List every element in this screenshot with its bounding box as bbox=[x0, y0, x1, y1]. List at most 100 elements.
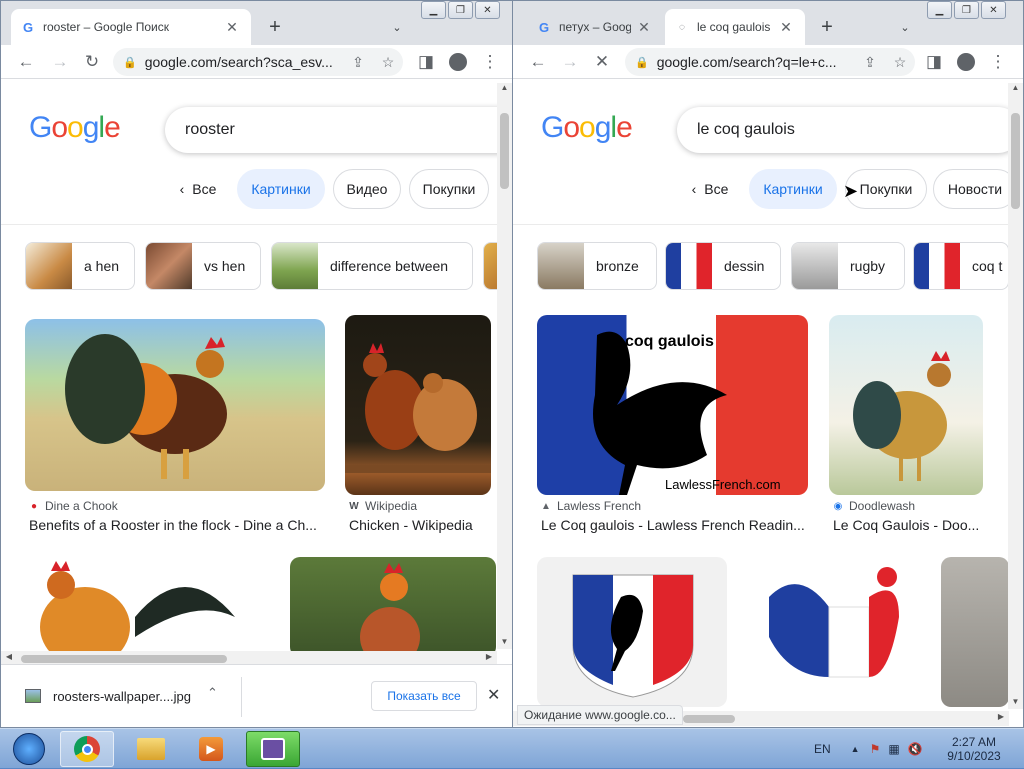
file-explorer-icon[interactable] bbox=[124, 731, 178, 767]
loading-spinner-icon: ◌ bbox=[679, 21, 685, 33]
scroll-up-arrow[interactable]: ▲ bbox=[497, 83, 512, 95]
minimize-button[interactable]: ▁ bbox=[421, 1, 446, 19]
filter-video[interactable]: Видео bbox=[333, 169, 401, 209]
profile-avatar-button[interactable] bbox=[445, 49, 471, 75]
new-tab-button[interactable]: + bbox=[263, 15, 287, 39]
filter-images[interactable]: Картинки bbox=[749, 169, 837, 209]
side-panel-button[interactable]: ◨ bbox=[921, 49, 947, 75]
download-filename[interactable]: roosters-wallpaper....jpg bbox=[53, 689, 191, 704]
related-search-chip[interactable]: difference between bbox=[271, 242, 473, 290]
related-search-chip[interactable]: a hen bbox=[25, 242, 135, 290]
scroll-down-arrow[interactable]: ▼ bbox=[497, 637, 512, 649]
related-search-chip[interactable]: coq t bbox=[913, 242, 1009, 290]
result-image-rooster-2[interactable] bbox=[25, 557, 253, 657]
share-icon[interactable]: ⇪ bbox=[343, 54, 373, 71]
chrome-taskbar-icon[interactable] bbox=[60, 731, 114, 767]
network-icon[interactable]: ▦ bbox=[888, 742, 899, 756]
close-tab-icon[interactable]: ✕ bbox=[223, 19, 241, 36]
menu-button[interactable]: ⋮ bbox=[477, 49, 503, 75]
result-image-coq-shield[interactable] bbox=[537, 557, 727, 707]
related-search-chip[interactable]: bronze bbox=[537, 242, 657, 290]
address-bar[interactable]: 🔒 google.com/search?sca_esv... ⇪ ☆ bbox=[113, 48, 403, 76]
google-logo[interactable]: Google bbox=[29, 111, 121, 145]
scroll-up-arrow[interactable]: ▲ bbox=[1008, 83, 1023, 95]
stop-loading-button[interactable]: ✕ bbox=[589, 49, 615, 75]
filter-shopping[interactable]: Покупки bbox=[409, 169, 489, 209]
menu-button[interactable]: ⋮ bbox=[985, 49, 1011, 75]
browser-window-left: G rooster – Google Поиск ✕ + ⌄ ▁ ❐ ✕ ← →… bbox=[0, 0, 513, 728]
result-source[interactable]: ▲ Lawless French bbox=[541, 499, 641, 513]
result-image-rooster-3[interactable] bbox=[290, 557, 496, 657]
close-tab-icon[interactable]: ✕ bbox=[777, 19, 795, 36]
search-input[interactable]: le coq gaulois bbox=[677, 107, 1021, 153]
forward-button[interactable]: → bbox=[557, 49, 583, 75]
filter-all[interactable]: ‹ Все bbox=[685, 169, 735, 209]
result-image-rooster[interactable] bbox=[25, 319, 325, 491]
result-image-coq-gaulois-flag[interactable]: coq gaulois LawlessFrench.com bbox=[537, 315, 808, 495]
bookmark-star-icon[interactable]: ☆ bbox=[885, 54, 915, 71]
scrollbar-thumb[interactable] bbox=[500, 113, 509, 189]
action-center-flag-icon[interactable]: ⚑ bbox=[870, 742, 881, 756]
result-source[interactable]: ● Dine a Chook bbox=[29, 499, 118, 513]
filter-news[interactable]: Новости bbox=[933, 169, 1017, 209]
clock[interactable]: 2:27 AM 9/10/2023 bbox=[944, 729, 1004, 769]
tab-search-button[interactable]: ⌄ bbox=[387, 15, 407, 39]
tab-petukh[interactable]: G петух – Goog ✕ bbox=[527, 9, 663, 45]
wikipedia-favicon-icon: W bbox=[349, 500, 359, 512]
result-title[interactable]: Chicken - Wikipedia bbox=[349, 517, 499, 533]
app-taskbar-icon[interactable] bbox=[246, 731, 300, 767]
scroll-right-arrow[interactable]: ▶ bbox=[995, 712, 1007, 721]
tab-le-coq-gaulois[interactable]: ◌ le coq gaulois ✕ bbox=[665, 9, 805, 45]
address-bar[interactable]: 🔒 google.com/search?q=le+c... ⇪ ☆ bbox=[625, 48, 915, 76]
result-title[interactable]: Benefits of a Rooster in the flock - Din… bbox=[29, 517, 325, 533]
scroll-left-arrow[interactable]: ◀ bbox=[3, 652, 15, 661]
show-all-downloads-button[interactable]: Показать все bbox=[371, 681, 477, 711]
close-tab-icon[interactable]: ✕ bbox=[635, 19, 653, 36]
bookmark-star-icon[interactable]: ☆ bbox=[373, 54, 403, 71]
tab-search-button[interactable]: ⌄ bbox=[895, 15, 915, 39]
close-window-button[interactable]: ✕ bbox=[981, 1, 1006, 19]
new-tab-button[interactable]: + bbox=[815, 15, 839, 39]
maximize-button[interactable]: ❐ bbox=[954, 1, 979, 19]
result-image-watercolor-rooster[interactable] bbox=[829, 315, 983, 495]
forward-button[interactable]: → bbox=[47, 49, 73, 75]
language-indicator[interactable]: EN bbox=[814, 742, 831, 756]
maximize-button[interactable]: ❐ bbox=[448, 1, 473, 19]
close-download-bar-icon[interactable]: ✕ bbox=[487, 685, 500, 705]
result-image-tricolor-rooster[interactable] bbox=[749, 557, 923, 707]
result-image-chickens[interactable] bbox=[345, 315, 491, 495]
result-image-gravel[interactable] bbox=[941, 557, 1009, 707]
scroll-right-arrow[interactable]: ▶ bbox=[483, 652, 495, 661]
minimize-button[interactable]: ▁ bbox=[927, 1, 952, 19]
back-button[interactable]: ← bbox=[13, 49, 39, 75]
start-button[interactable] bbox=[2, 731, 56, 767]
related-search-chip[interactable]: dessin bbox=[665, 242, 781, 290]
volume-muted-icon[interactable]: 🔇 bbox=[908, 742, 923, 756]
vertical-scrollbar[interactable]: ▲ ▼ bbox=[497, 83, 512, 649]
search-input[interactable]: rooster bbox=[165, 107, 512, 153]
result-source[interactable]: ◉ Doodlewash bbox=[833, 499, 915, 513]
related-search-chip[interactable]: rugby bbox=[791, 242, 905, 290]
vertical-scrollbar[interactable]: ▲ ▼ bbox=[1008, 83, 1023, 709]
side-panel-button[interactable]: ◨ bbox=[413, 49, 439, 75]
media-player-icon[interactable]: ▶ bbox=[184, 731, 238, 767]
close-window-button[interactable]: ✕ bbox=[475, 1, 500, 19]
google-logo[interactable]: Google bbox=[541, 111, 633, 145]
scrollbar-thumb[interactable] bbox=[683, 715, 735, 723]
scrollbar-thumb[interactable] bbox=[21, 655, 227, 663]
profile-avatar-button[interactable] bbox=[953, 49, 979, 75]
result-title[interactable]: Le Coq Gaulois - Doo... bbox=[833, 517, 983, 533]
result-source[interactable]: W Wikipedia bbox=[349, 499, 417, 513]
show-hidden-icons-icon[interactable]: ▲ bbox=[851, 744, 860, 754]
reload-button[interactable]: ↻ bbox=[79, 49, 105, 75]
back-button[interactable]: ← bbox=[525, 49, 551, 75]
chevron-up-icon[interactable]: ⌃ bbox=[207, 685, 218, 701]
result-title[interactable]: Le Coq gaulois - Lawless French Readin..… bbox=[541, 517, 809, 533]
filter-images[interactable]: Картинки bbox=[237, 169, 325, 209]
scrollbar-thumb[interactable] bbox=[1011, 113, 1020, 209]
tab-rooster[interactable]: G rooster – Google Поиск ✕ bbox=[11, 9, 251, 45]
filter-all[interactable]: ‹ Все bbox=[173, 169, 223, 209]
share-icon[interactable]: ⇪ bbox=[855, 54, 885, 71]
related-search-chip[interactable]: vs hen bbox=[145, 242, 261, 290]
scroll-down-arrow[interactable]: ▼ bbox=[1008, 697, 1023, 709]
